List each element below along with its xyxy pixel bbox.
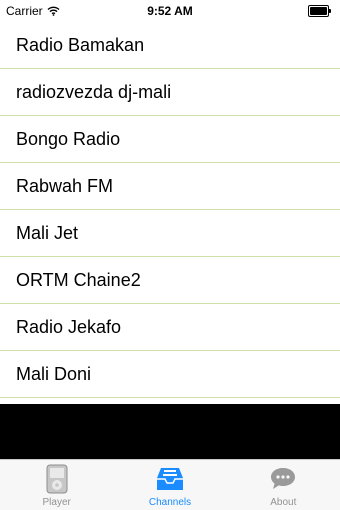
channel-name: radiozvezda dj-mali <box>16 81 172 102</box>
list-item[interactable]: Radio Jekafo <box>0 304 340 351</box>
channel-name: Radio Bamakan <box>16 34 145 55</box>
tab-about[interactable]: About <box>227 460 340 510</box>
list-item[interactable]: Mali Jet <box>0 210 340 257</box>
list-item[interactable]: Radio Bamakan <box>0 22 340 69</box>
channel-name: Rabwah FM <box>16 175 114 196</box>
tab-channels[interactable]: Channels <box>113 460 226 510</box>
tab-bar: Player Channels About <box>0 459 340 510</box>
list-item[interactable]: Bongo Radio <box>0 116 340 163</box>
tab-player[interactable]: Player <box>0 460 113 510</box>
list-item[interactable]: Rabwah FM <box>0 163 340 210</box>
channel-name: Mali Doni <box>16 363 92 384</box>
channel-name: Radio Jekafo <box>16 316 122 337</box>
inbox-icon <box>155 464 185 494</box>
channel-list[interactable]: Radio Bamakan radiozvezda dj-mali Bongo … <box>0 22 340 403</box>
status-bar: Carrier 9:52 AM <box>0 0 340 22</box>
list-item[interactable]: radiozvezda dj-mali <box>0 69 340 116</box>
channel-name: Mali Jet <box>16 222 79 243</box>
tab-label: About <box>270 497 297 508</box>
tab-label: Channels <box>148 497 192 508</box>
list-item[interactable]: Mali Doni <box>0 351 340 398</box>
channel-name: ORTM Chaine2 <box>16 269 141 290</box>
clock: 9:52 AM <box>147 4 193 18</box>
speech-bubble-icon <box>268 464 298 494</box>
ipod-icon <box>42 464 72 494</box>
battery-icon <box>308 5 332 17</box>
ad-banner-area <box>0 404 340 459</box>
channel-name: Bongo Radio <box>16 128 121 149</box>
tab-label: Player <box>42 497 71 508</box>
list-item[interactable]: ORTM Chaine2 <box>0 257 340 304</box>
